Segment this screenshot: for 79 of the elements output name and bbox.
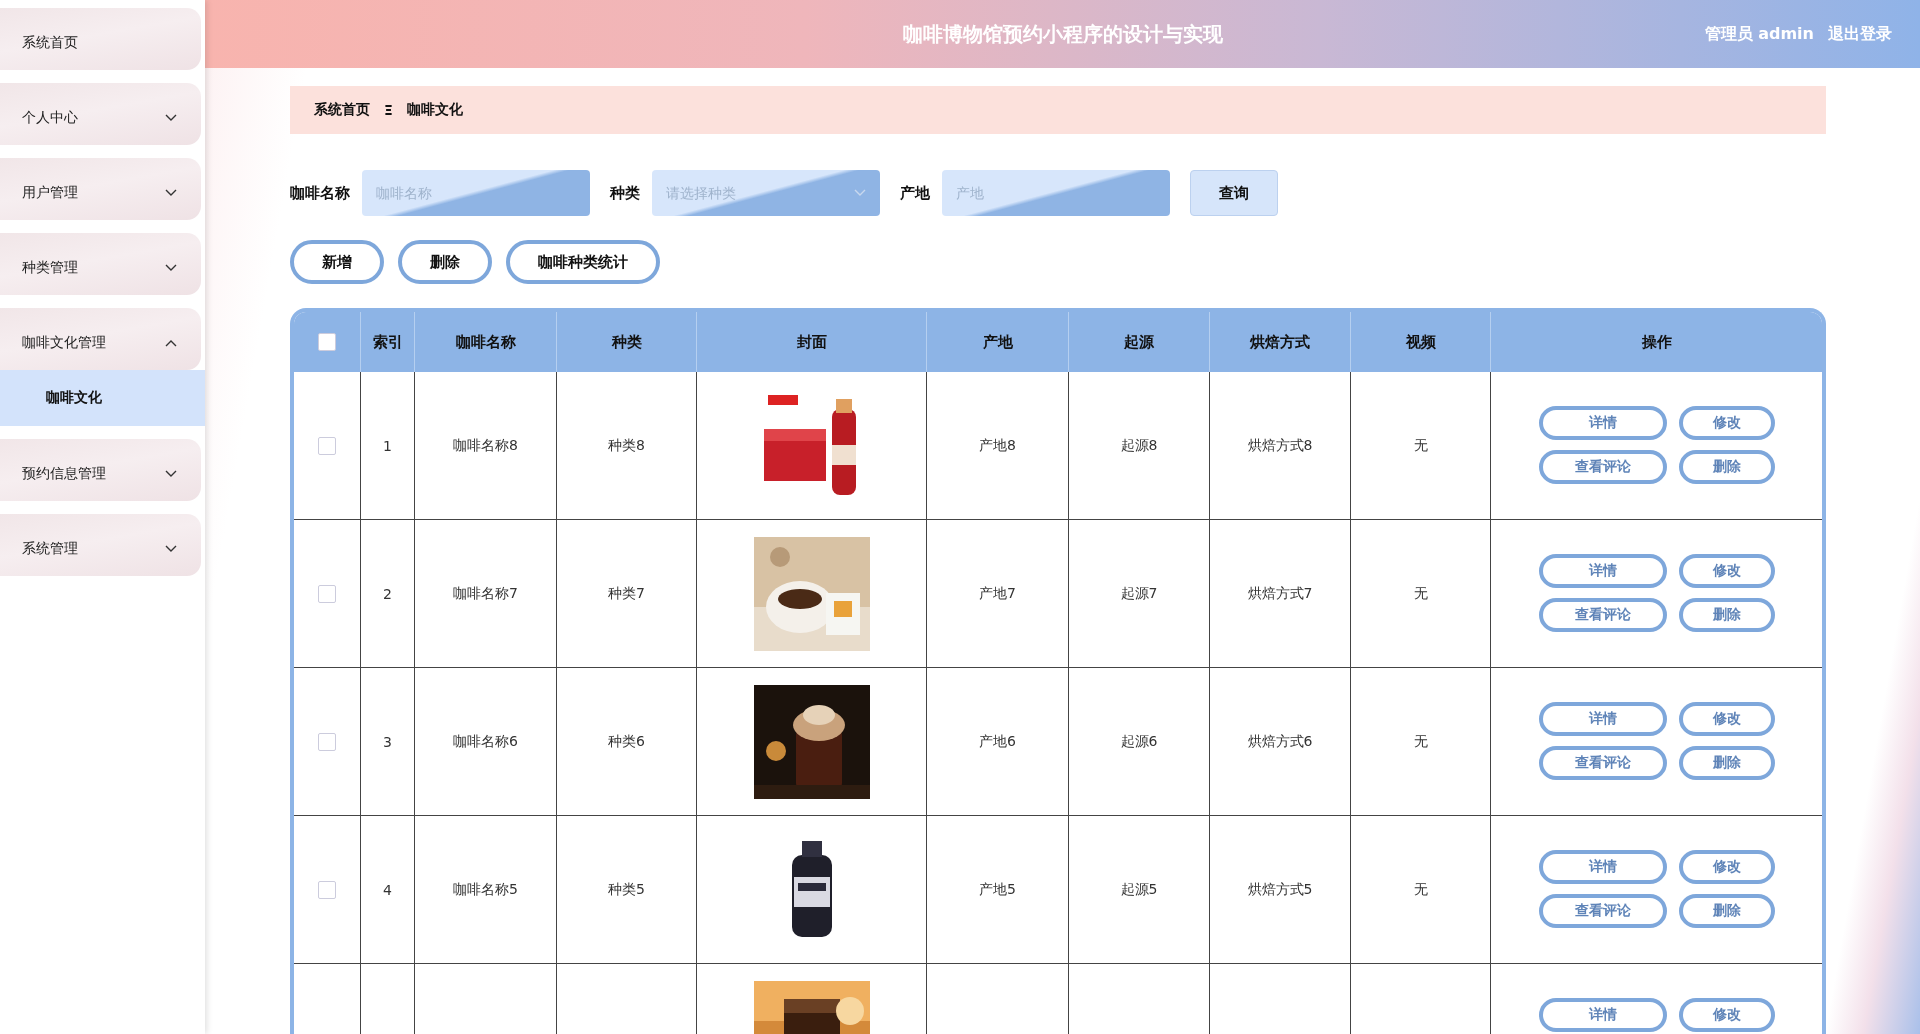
table-cell: 咖啡名称7: [453, 584, 518, 603]
row-checkbox[interactable]: [318, 584, 336, 603]
sidebar-item[interactable]: 预约信息管理: [0, 439, 201, 501]
logout-link[interactable]: 退出登录: [1828, 23, 1892, 45]
row-checkbox[interactable]: [318, 436, 336, 455]
action-button[interactable]: 修改: [1678, 850, 1775, 884]
table-cell: 1: [383, 437, 392, 454]
action-button[interactable]: 详情: [1538, 702, 1667, 736]
chevron-up-icon: [165, 339, 177, 347]
sidebar-item[interactable]: 系统首页: [0, 8, 201, 70]
action-button[interactable]: 查看评论: [1538, 450, 1667, 484]
field-label: 咖啡名称: [290, 183, 350, 203]
action-button[interactable]: 详情: [1538, 406, 1667, 440]
table-cell: 烘焙方式5: [1247, 880, 1313, 899]
table-cell: 无: [1413, 584, 1428, 603]
table-cell: 产地6: [979, 732, 1016, 751]
action-button[interactable]: 删除: [1678, 746, 1775, 780]
table-cell: 产地5: [979, 880, 1016, 899]
table-cell: 2: [383, 585, 392, 602]
app-title: 咖啡博物馆预约小程序的设计与实现: [902, 20, 1223, 48]
table-cell: 起源5: [1120, 880, 1158, 899]
table-cell: 起源8: [1120, 436, 1158, 455]
user-label: 管理员 admin: [1704, 23, 1814, 45]
action-button[interactable]: 删除: [1678, 894, 1775, 928]
table-cell: 无: [1413, 880, 1428, 899]
action-button[interactable]: 查看评论: [1538, 894, 1667, 928]
table-cell: 产地7: [979, 584, 1016, 603]
table-cell: 起源6: [1120, 732, 1158, 751]
action-button[interactable]: 查看评论: [1538, 746, 1667, 780]
sidebar-item[interactable]: 系统管理: [0, 514, 201, 576]
table-cell: 起源7: [1120, 584, 1158, 603]
field-label: 产地: [900, 183, 930, 203]
table-cell: 烘焙方式6: [1247, 732, 1313, 751]
sidebar-item[interactable]: 咖啡文化管理: [0, 308, 201, 370]
table-cell: 烘焙方式7: [1247, 584, 1313, 603]
action-button[interactable]: 删除: [1678, 450, 1775, 484]
table-cell: 种类5: [608, 880, 645, 899]
action-button[interactable]: 详情: [1538, 554, 1667, 588]
sidebar-subitem[interactable]: 咖啡文化: [0, 370, 205, 426]
breadcrumb-item[interactable]: 系统首页: [314, 101, 370, 119]
action-button[interactable]: 删除: [1678, 598, 1775, 632]
table-cell: 3: [383, 733, 392, 750]
table-cell: 咖啡名称5: [453, 880, 518, 899]
chevron-down-icon: [165, 470, 177, 478]
toolbar-button[interactable]: 删除: [398, 240, 492, 284]
row-checkbox[interactable]: [318, 732, 336, 751]
sidebar-item[interactable]: 个人中心: [0, 83, 201, 145]
table-cell: 产地8: [979, 436, 1016, 455]
sidebar-item[interactable]: 用户管理: [0, 158, 201, 220]
table-cell: 咖啡名称6: [453, 732, 518, 751]
chevron-down-icon: [165, 545, 177, 553]
action-button[interactable]: 详情: [1538, 998, 1667, 1032]
action-button[interactable]: 修改: [1678, 998, 1775, 1032]
row-checkbox[interactable]: [318, 880, 336, 899]
field-label: 种类: [610, 183, 640, 203]
sidebar-item[interactable]: 种类管理: [0, 233, 201, 295]
chevron-down-icon: [165, 114, 177, 122]
table-cell: 4: [383, 881, 392, 898]
breadcrumb-separator: Ξ: [384, 102, 393, 118]
table-cell: 咖啡名称8: [453, 436, 518, 455]
action-button[interactable]: 查看评论: [1538, 598, 1667, 632]
action-button[interactable]: 详情: [1538, 850, 1667, 884]
table-cell: 种类6: [608, 732, 645, 751]
chevron-down-icon: [854, 189, 866, 197]
table-cell: 种类8: [608, 436, 645, 455]
table-cell: 无: [1413, 436, 1428, 455]
action-button[interactable]: 修改: [1678, 702, 1775, 736]
query-button[interactable]: 查询: [1190, 170, 1278, 216]
breadcrumb-item: 咖啡文化: [406, 101, 463, 119]
action-button[interactable]: 修改: [1678, 406, 1775, 440]
action-button[interactable]: 修改: [1678, 554, 1775, 588]
chevron-down-icon: [165, 264, 177, 272]
chevron-down-icon: [165, 189, 177, 197]
table-cell: 种类7: [608, 584, 645, 603]
toolbar-button[interactable]: 咖啡种类统计: [506, 240, 660, 284]
select-all-checkbox[interactable]: [318, 333, 336, 351]
table-cell: 烘焙方式8: [1247, 436, 1313, 455]
toolbar-button[interactable]: 新增: [290, 240, 384, 284]
table-cell: 无: [1413, 732, 1428, 751]
